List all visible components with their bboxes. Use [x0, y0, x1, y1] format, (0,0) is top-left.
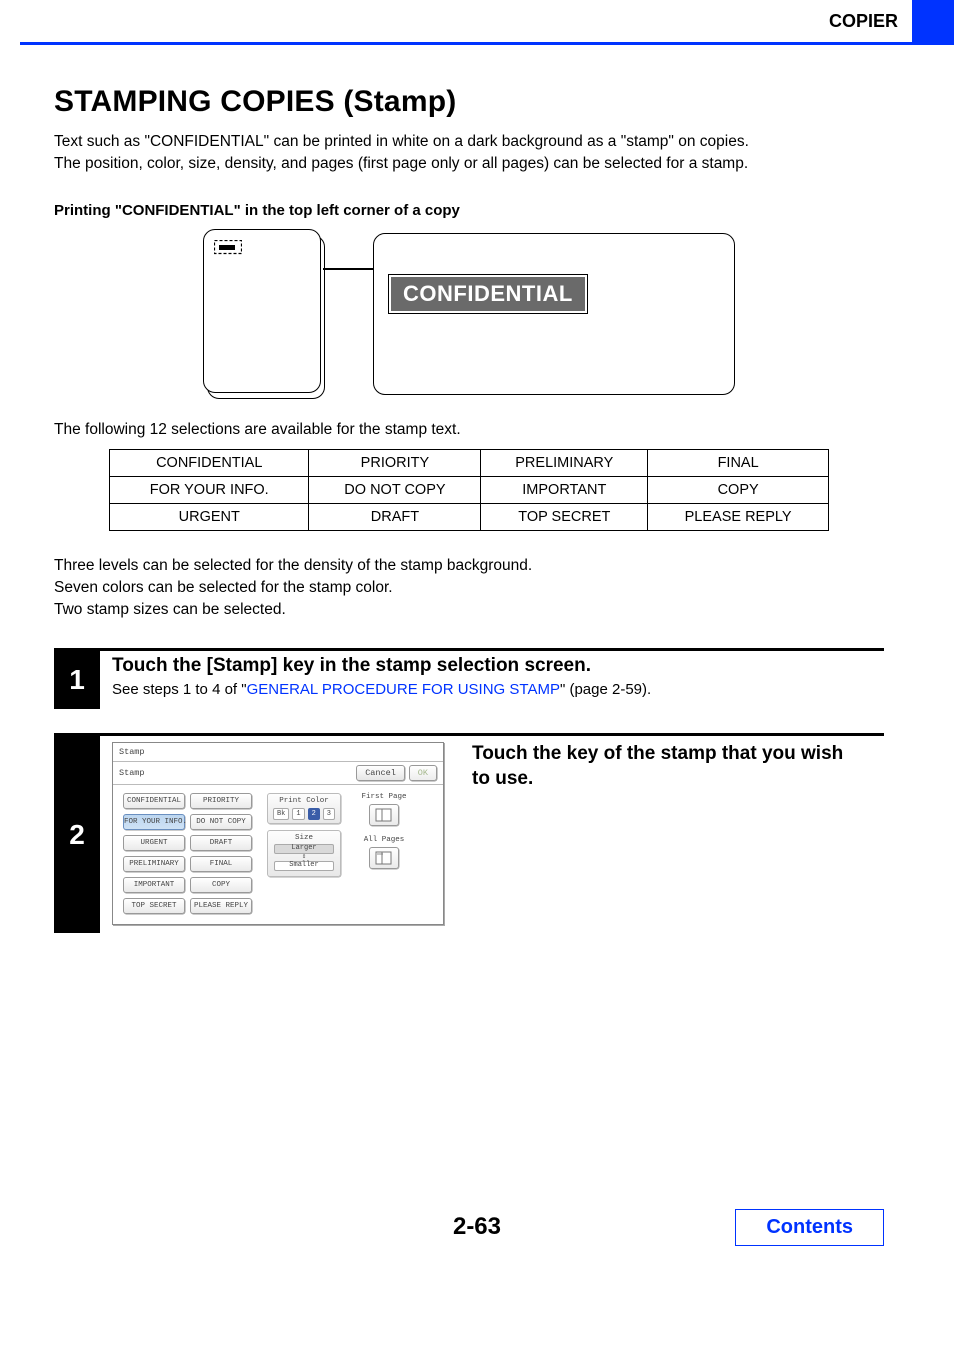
- selections-intro: The following 12 selections are availabl…: [54, 421, 884, 439]
- all-pages-label: All Pages: [364, 836, 405, 844]
- step-1-title: Touch the [Stamp] key in the stamp selec…: [112, 655, 884, 677]
- contents-button[interactable]: Contents: [735, 1209, 884, 1246]
- intro-line-1: Text such as "CONFIDENTIAL" can be print…: [54, 131, 884, 153]
- stamp-option[interactable]: PRELIMINARY: [123, 856, 185, 872]
- color-chip-1[interactable]: 1: [292, 808, 304, 820]
- section-label: COPIER: [829, 11, 912, 32]
- stamp-option[interactable]: IMPORTANT: [123, 877, 185, 893]
- stamp-cell: URGENT: [110, 504, 309, 531]
- stamp-cell: COPY: [648, 477, 829, 504]
- size-label: Size: [268, 834, 340, 842]
- stamp-cell: CONFIDENTIAL: [110, 450, 309, 477]
- all-pages-icon: [375, 851, 393, 865]
- stamp-position-icon: [214, 240, 242, 260]
- note-colors: Seven colors can be selected for the sta…: [54, 577, 884, 599]
- example-heading: Printing "CONFIDENTIAL" in the top left …: [54, 202, 884, 219]
- stamp-cell: TOP SECRET: [481, 504, 648, 531]
- illustration: CONFIDENTIAL: [54, 229, 884, 399]
- arrow-icon: [323, 268, 373, 270]
- stamp-cell: IMPORTANT: [481, 477, 648, 504]
- step-number-1: 1: [54, 651, 100, 709]
- stamp-panel: Stamp Stamp Cancel OK CONFIDENTIAL PRIOR…: [112, 742, 444, 925]
- stamp-option[interactable]: FINAL: [190, 856, 252, 872]
- intro-line-2: The position, color, size, density, and …: [54, 153, 884, 175]
- panel-tab-label: Stamp: [119, 768, 352, 778]
- stamp-option[interactable]: CONFIDENTIAL: [123, 793, 185, 809]
- stamp-option[interactable]: PLEASE REPLY: [190, 898, 252, 914]
- size-smaller[interactable]: Smaller: [274, 861, 334, 871]
- size-group[interactable]: Size Larger ⇕ Smaller: [267, 830, 341, 876]
- stamp-table: CONFIDENTIAL PRIORITY PRELIMINARY FINAL …: [109, 449, 829, 531]
- stamp-option[interactable]: TOP SECRET: [123, 898, 185, 914]
- stamp-option[interactable]: FOR YOUR INFO.: [123, 814, 185, 830]
- first-page-button[interactable]: [369, 804, 399, 826]
- color-chip-2[interactable]: 2: [308, 808, 320, 820]
- step-2-title: Touch the key of the stamp that you wish…: [472, 742, 852, 791]
- note-density: Three levels can be selected for the den…: [54, 555, 884, 577]
- all-pages-button[interactable]: [369, 847, 399, 869]
- section-accent: [912, 0, 954, 42]
- stamp-option[interactable]: URGENT: [123, 835, 185, 851]
- stamp-cell: DRAFT: [309, 504, 481, 531]
- print-color-label: Print Color: [268, 797, 340, 805]
- stamp-option[interactable]: COPY: [190, 877, 252, 893]
- stamp-sample: CONFIDENTIAL: [391, 277, 585, 311]
- cancel-button[interactable]: Cancel: [356, 765, 405, 781]
- stamp-cell: FOR YOUR INFO.: [110, 477, 309, 504]
- first-page-icon: [375, 808, 393, 822]
- stamp-option[interactable]: DO NOT COPY: [190, 814, 252, 830]
- page-title: STAMPING COPIES (Stamp): [54, 85, 884, 119]
- stamp-cell: PRELIMINARY: [481, 450, 648, 477]
- stamp-option[interactable]: DRAFT: [190, 835, 252, 851]
- step-number-2: 2: [54, 736, 100, 933]
- stamp-cell: FINAL: [648, 450, 829, 477]
- panel-title: Stamp: [113, 743, 443, 762]
- stamp-cell: PLEASE REPLY: [648, 504, 829, 531]
- step-1-sub-prefix: See steps 1 to 4 of ": [112, 681, 247, 698]
- color-chip-3[interactable]: 3: [323, 808, 335, 820]
- stamp-option[interactable]: PRIORITY: [190, 793, 252, 809]
- stamp-cell: DO NOT COPY: [309, 477, 481, 504]
- step-1-sub-suffix: " (page 2-59).: [560, 681, 651, 698]
- first-page-label: First Page: [361, 793, 406, 801]
- step-1-link[interactable]: GENERAL PROCEDURE FOR USING STAMP: [247, 681, 560, 698]
- stamp-cell: PRIORITY: [309, 450, 481, 477]
- color-chip-bk[interactable]: Bk: [273, 808, 289, 820]
- note-sizes: Two stamp sizes can be selected.: [54, 599, 884, 621]
- ok-button[interactable]: OK: [409, 765, 437, 781]
- print-color-group[interactable]: Print Color Bk 1 2 3: [267, 793, 341, 824]
